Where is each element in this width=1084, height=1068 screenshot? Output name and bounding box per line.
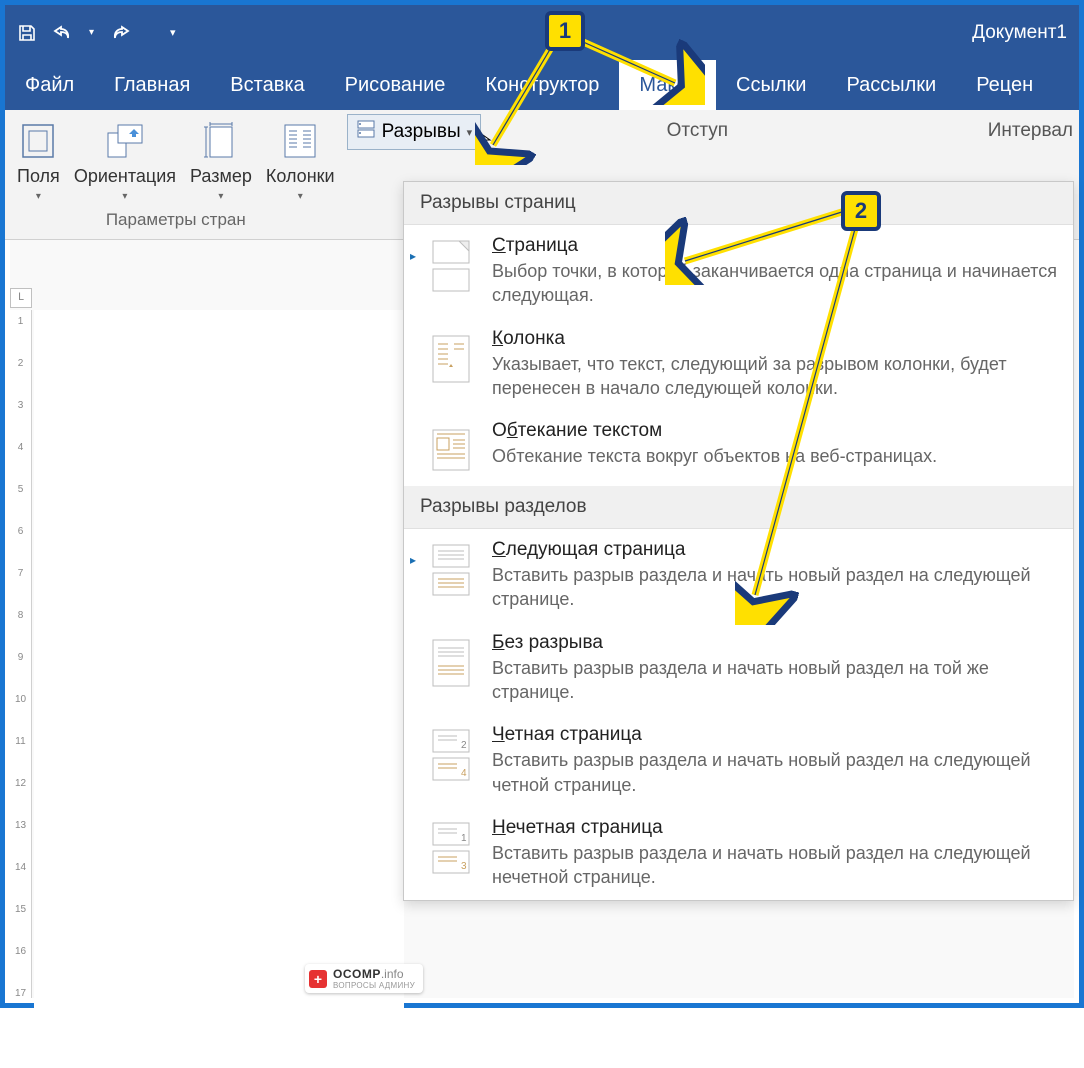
- tab-references[interactable]: Ссылки: [716, 60, 826, 110]
- page[interactable]: [34, 310, 404, 1068]
- columns-label: Колонки: [266, 166, 335, 187]
- dropdown-section-header: Разрывы разделов: [404, 486, 1073, 529]
- redo-icon[interactable]: [108, 23, 132, 43]
- ribbon-group-label: Параметры стран: [13, 210, 339, 234]
- chevron-down-icon[interactable]: ▾: [89, 27, 94, 38]
- size-icon: [200, 120, 242, 162]
- cursor-icon: [478, 131, 494, 153]
- spacing-label: Интервал: [988, 120, 1073, 142]
- tab-mailings[interactable]: Рассылки: [826, 60, 956, 110]
- save-icon[interactable]: [17, 23, 37, 43]
- section-continuous-item[interactable]: Без разрыва Вставить разрыв раздела и на…: [404, 622, 1073, 715]
- break-page-desc: Выбор точки, в которой заканчивается одн…: [492, 259, 1059, 308]
- ruler-corner: L: [10, 288, 32, 308]
- svg-text:1: 1: [461, 833, 467, 844]
- watermark-suffix: .info: [381, 967, 404, 981]
- section-evenpage-icon: 24: [426, 724, 476, 780]
- breaks-icon: [356, 119, 376, 145]
- break-textwrap-item[interactable]: Обтекание текстом Обтекание текста вокру…: [404, 410, 1073, 486]
- ribbon-group-page-setup: Поля ▾ Ориентация ▾ Размер ▾: [5, 110, 347, 239]
- ribbon-tabs: Файл Главная Вставка Рисование Конструкт…: [5, 60, 1079, 110]
- margins-label: Поля: [17, 166, 60, 187]
- chevron-down-icon: ▾: [467, 126, 473, 139]
- column-break-icon: [426, 328, 476, 384]
- indent-label: Отступ: [667, 120, 728, 142]
- section-nextpage-desc: Вставить разрыв раздела и начать новый р…: [492, 563, 1059, 612]
- section-oddpage-desc: Вставить разрыв раздела и начать новый р…: [492, 841, 1059, 890]
- section-continuous-icon: [426, 632, 476, 688]
- quick-access-toolbar: ▾ ▾: [17, 23, 176, 43]
- page-break-icon: [426, 235, 476, 291]
- break-column-item[interactable]: Колонка Указывает, что текст, следующий …: [404, 318, 1073, 411]
- watermark-brand: OCOMP: [333, 967, 381, 981]
- orientation-icon: [104, 120, 146, 162]
- tab-insert[interactable]: Вставка: [210, 60, 324, 110]
- section-nextpage-item[interactable]: Следующая страница Вставить разрыв разде…: [404, 529, 1073, 622]
- undo-icon[interactable]: [51, 23, 75, 43]
- section-nextpage-title: Следующая страница: [492, 539, 1059, 561]
- section-oddpage-item[interactable]: 13 Нечетная страница Вставить разрыв раз…: [404, 807, 1073, 900]
- size-button[interactable]: Размер ▾: [186, 116, 256, 206]
- section-nextpage-icon: [426, 539, 476, 595]
- chevron-down-icon: ▾: [122, 191, 127, 202]
- textwrap-break-icon: [426, 420, 476, 476]
- chevron-down-icon: ▾: [36, 191, 41, 202]
- chevron-down-icon: ▾: [218, 191, 223, 202]
- svg-text:2: 2: [461, 740, 467, 751]
- columns-icon: [279, 120, 321, 162]
- chevron-down-icon: ▾: [298, 191, 303, 202]
- break-column-title: Колонка: [492, 328, 1059, 350]
- qat-customize-icon[interactable]: ▾: [170, 26, 176, 39]
- margins-button[interactable]: Поля ▾: [13, 116, 64, 206]
- section-evenpage-desc: Вставить разрыв раздела и начать новый р…: [492, 748, 1059, 797]
- svg-text:3: 3: [461, 861, 467, 872]
- orientation-label: Ориентация: [74, 166, 176, 187]
- margins-icon: [17, 120, 59, 162]
- breaks-label: Разрывы: [382, 121, 461, 143]
- tab-file[interactable]: Файл: [5, 60, 94, 110]
- section-oddpage-icon: 13: [426, 817, 476, 873]
- breaks-button[interactable]: Разрывы ▾: [347, 114, 482, 150]
- section-continuous-title: Без разрыва: [492, 632, 1059, 654]
- document-title: Документ1: [972, 22, 1067, 44]
- break-page-title: Страница: [492, 235, 1059, 257]
- break-textwrap-desc: Обтекание текста вокруг объектов на веб-…: [492, 444, 1059, 468]
- watermark: + OCOMP.info ВОПРОСЫ АДМИНУ: [305, 964, 423, 993]
- break-page-item[interactable]: Страница Выбор точки, в которой заканчив…: [404, 225, 1073, 318]
- break-column-desc: Указывает, что текст, следующий за разры…: [492, 352, 1059, 401]
- size-label: Размер: [190, 166, 252, 187]
- orientation-button[interactable]: Ориентация ▾: [70, 116, 180, 206]
- watermark-sub: ВОПРОСЫ АДМИНУ: [333, 981, 415, 990]
- tab-design[interactable]: Конструктор: [465, 60, 619, 110]
- section-evenpage-item[interactable]: 24 Четная страница Вставить разрыв разде…: [404, 714, 1073, 807]
- section-evenpage-title: Четная страница: [492, 724, 1059, 746]
- vertical-ruler[interactable]: 1234567891011121314151617: [10, 310, 32, 998]
- svg-text:4: 4: [461, 768, 467, 779]
- tab-layout[interactable]: Макет: [619, 60, 716, 110]
- title-bar: ▾ ▾ Документ1: [5, 5, 1079, 60]
- section-oddpage-title: Нечетная страница: [492, 817, 1059, 839]
- callout-1: 1: [545, 11, 585, 51]
- tab-home[interactable]: Главная: [94, 60, 210, 110]
- break-textwrap-title: Обтекание текстом: [492, 420, 1059, 442]
- tab-review[interactable]: Рецен: [956, 60, 1053, 110]
- plus-icon: +: [309, 970, 327, 988]
- dropdown-section-header: Разрывы страниц: [404, 182, 1073, 225]
- section-continuous-desc: Вставить разрыв раздела и начать новый р…: [492, 656, 1059, 705]
- breaks-dropdown: Разрывы страниц Страница Выбор точки, в …: [403, 181, 1074, 901]
- columns-button[interactable]: Колонки ▾: [262, 116, 339, 206]
- tab-draw[interactable]: Рисование: [325, 60, 466, 110]
- callout-2: 2: [841, 191, 881, 231]
